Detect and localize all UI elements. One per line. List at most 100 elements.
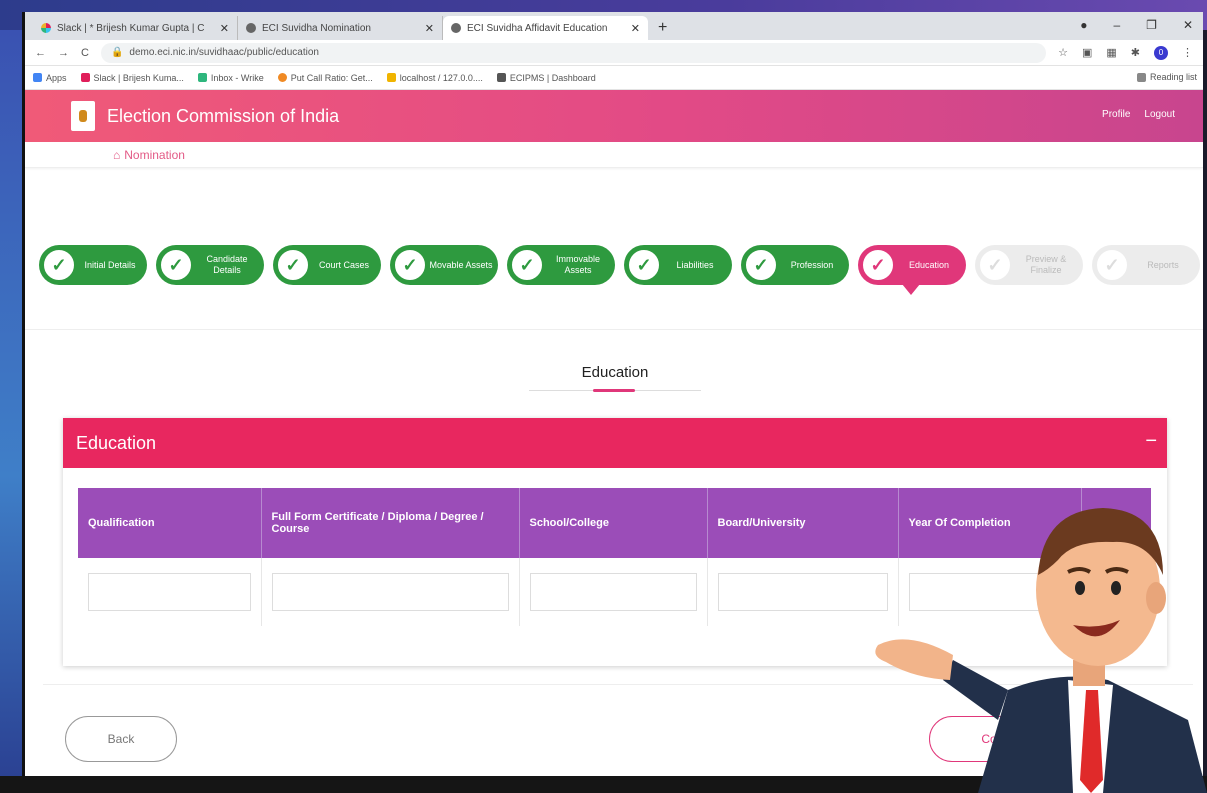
globe-icon [451,23,461,33]
url-text: demo.eci.nic.in/suvidhaac/public/educati… [129,47,319,58]
check-icon: ✓ [744,248,778,282]
menu-dots-icon[interactable]: ⋮ [1182,46,1193,59]
step-label: Preview & Finalize [1025,254,1067,275]
globe-icon [246,23,256,33]
breadcrumb-nomination: Nomination [124,147,185,162]
bookmark-localhost[interactable]: localhost / 127.0.0.... [386,73,483,83]
card-header[interactable]: Education − [63,418,1167,468]
address-bar: ← → C 🔒 demo.eci.nic.in/suvidhaac/public… [25,40,1203,66]
slack-icon [80,73,90,82]
bookmark-wrike[interactable]: Inbox - Wrike [197,73,264,83]
section-accent [593,389,635,392]
tab-title: ECI Suvidha Affidavit Education [467,22,608,34]
bookmark-slack[interactable]: Slack | Brijesh Kuma... [80,73,184,83]
step-label: Court Cases [318,259,370,270]
step-candidate-details[interactable]: ✓ Candidate Details [156,245,264,285]
close-icon[interactable]: ✕ [220,22,229,35]
step-label: Education [908,259,950,270]
step-movable-assets[interactable]: ✓ Movable Assets [390,245,498,285]
forward-arrow-icon[interactable]: → [58,47,69,59]
step-label: Liabilities [676,259,714,270]
eci-logo [71,101,95,131]
collapse-icon[interactable]: − [1145,430,1157,453]
circle-icon [277,73,287,82]
puzzle-icon[interactable]: ✱ [1131,46,1140,59]
reading-list-icon [1136,72,1146,82]
browser-tab-slack[interactable]: Slack | * Brijesh Kumar Gupta | C ✕ [33,16,238,40]
presenter-illustration [875,508,1207,793]
apps-grid-icon [33,73,42,82]
check-icon: ✓ [393,248,427,282]
step-label: Reports [1147,259,1179,270]
restore-button[interactable]: ❐ [1146,18,1157,32]
check-icon: ✓ [1095,248,1129,282]
browser-tab-education[interactable]: ECI Suvidha Affidavit Education ✕ [443,16,648,40]
back-arrow-icon[interactable]: ← [35,47,46,59]
step-reports[interactable]: ✓ Reports [1092,245,1200,285]
dashboard-icon [496,73,506,82]
step-court-cases[interactable]: ✓ Court Cases [273,245,381,285]
bookmark-ecipms[interactable]: ECIPMS | Dashboard [496,73,596,83]
slack-icon [41,23,51,33]
tab-title: ECI Suvidha Nomination [262,22,371,34]
logout-link[interactable]: Logout [1144,109,1175,120]
step-education[interactable]: ✓ Education [858,245,966,295]
step-profession[interactable]: ✓ Profession [741,245,849,285]
col-qualification: Qualification [78,488,262,558]
step-initial-details[interactable]: ✓ Initial Details [39,245,147,285]
home-icon: ⌂ [113,147,121,162]
window-controls: ● – ❐ ✕ [1080,18,1193,32]
extension-icon[interactable]: ▣ [1082,46,1092,59]
stepper-divider [25,312,1203,330]
star-icon[interactable]: ☆ [1058,46,1068,59]
step-liabilities[interactable]: ✓ Liabilities [624,245,732,285]
col-school: School/College [519,488,708,558]
check-icon: ✓ [978,248,1012,282]
step-label: Initial Details [84,259,136,270]
database-icon [386,73,396,82]
school-input[interactable] [529,573,697,611]
col-full-form: Full Form Certificate / Diploma / Degree… [261,488,520,558]
step-label: Candidate Details [206,254,248,275]
check-icon [197,73,207,82]
record-icon[interactable]: ● [1080,18,1087,32]
app-header: Election Commission of India Profile Log… [25,90,1203,142]
new-tab-button[interactable]: + [648,16,677,40]
step-label: Movable Assets [429,259,493,270]
check-icon: ✓ [861,248,895,282]
close-icon[interactable]: ✕ [631,22,640,35]
progress-stepper: ✓ Initial Details ✓ Candidate Details ✓ Court… [39,245,1200,295]
section-title: Education [581,364,649,381]
bookmark-putcall[interactable]: Put Call Ratio: Get... [277,73,373,83]
card-title: Education [76,432,157,453]
breadcrumb[interactable]: ⌂ Nomination [25,142,1203,168]
browser-tab-nomination[interactable]: ECI Suvidha Nomination ✕ [238,16,443,40]
close-icon[interactable]: ✕ [425,22,434,35]
check-icon: ✓ [627,248,661,282]
reading-list[interactable]: Reading list [1136,72,1197,82]
check-icon: ✓ [510,248,544,282]
app-title: Election Commission of India [107,105,340,126]
extension-icon[interactable]: ▦ [1106,46,1116,59]
header-nav: Profile Logout [1102,109,1175,120]
lock-icon: 🔒 [110,47,124,58]
step-label: Immovable Assets [555,254,600,275]
minimize-button[interactable]: – [1113,18,1120,32]
back-button[interactable]: Back [65,716,177,762]
profile-avatar[interactable]: 0 [1154,45,1168,60]
check-icon: ✓ [159,248,193,282]
bookmarks-bar: Apps Slack | Brijesh Kuma... Inbox - Wri… [25,66,1203,90]
close-window-button[interactable]: ✕ [1183,18,1193,32]
tab-title: Slack | * Brijesh Kumar Gupta | C [57,22,205,34]
profile-link[interactable]: Profile [1102,109,1130,120]
extension-icons: ☆ ▣ ▦ ✱ 0 ⋮ [1058,45,1193,60]
check-icon: ✓ [42,248,76,282]
step-label: Profession [790,259,834,270]
step-immovable-assets[interactable]: ✓ Immovable Assets [507,245,615,285]
url-field[interactable]: 🔒 demo.eci.nic.in/suvidhaac/public/educa… [100,42,1047,63]
qualification-input[interactable] [88,573,251,611]
reload-icon[interactable]: C [81,47,89,59]
bookmark-apps[interactable]: Apps [33,73,67,83]
step-preview-finalize[interactable]: ✓ Preview & Finalize [975,245,1083,285]
full-form-input[interactable] [271,573,509,611]
